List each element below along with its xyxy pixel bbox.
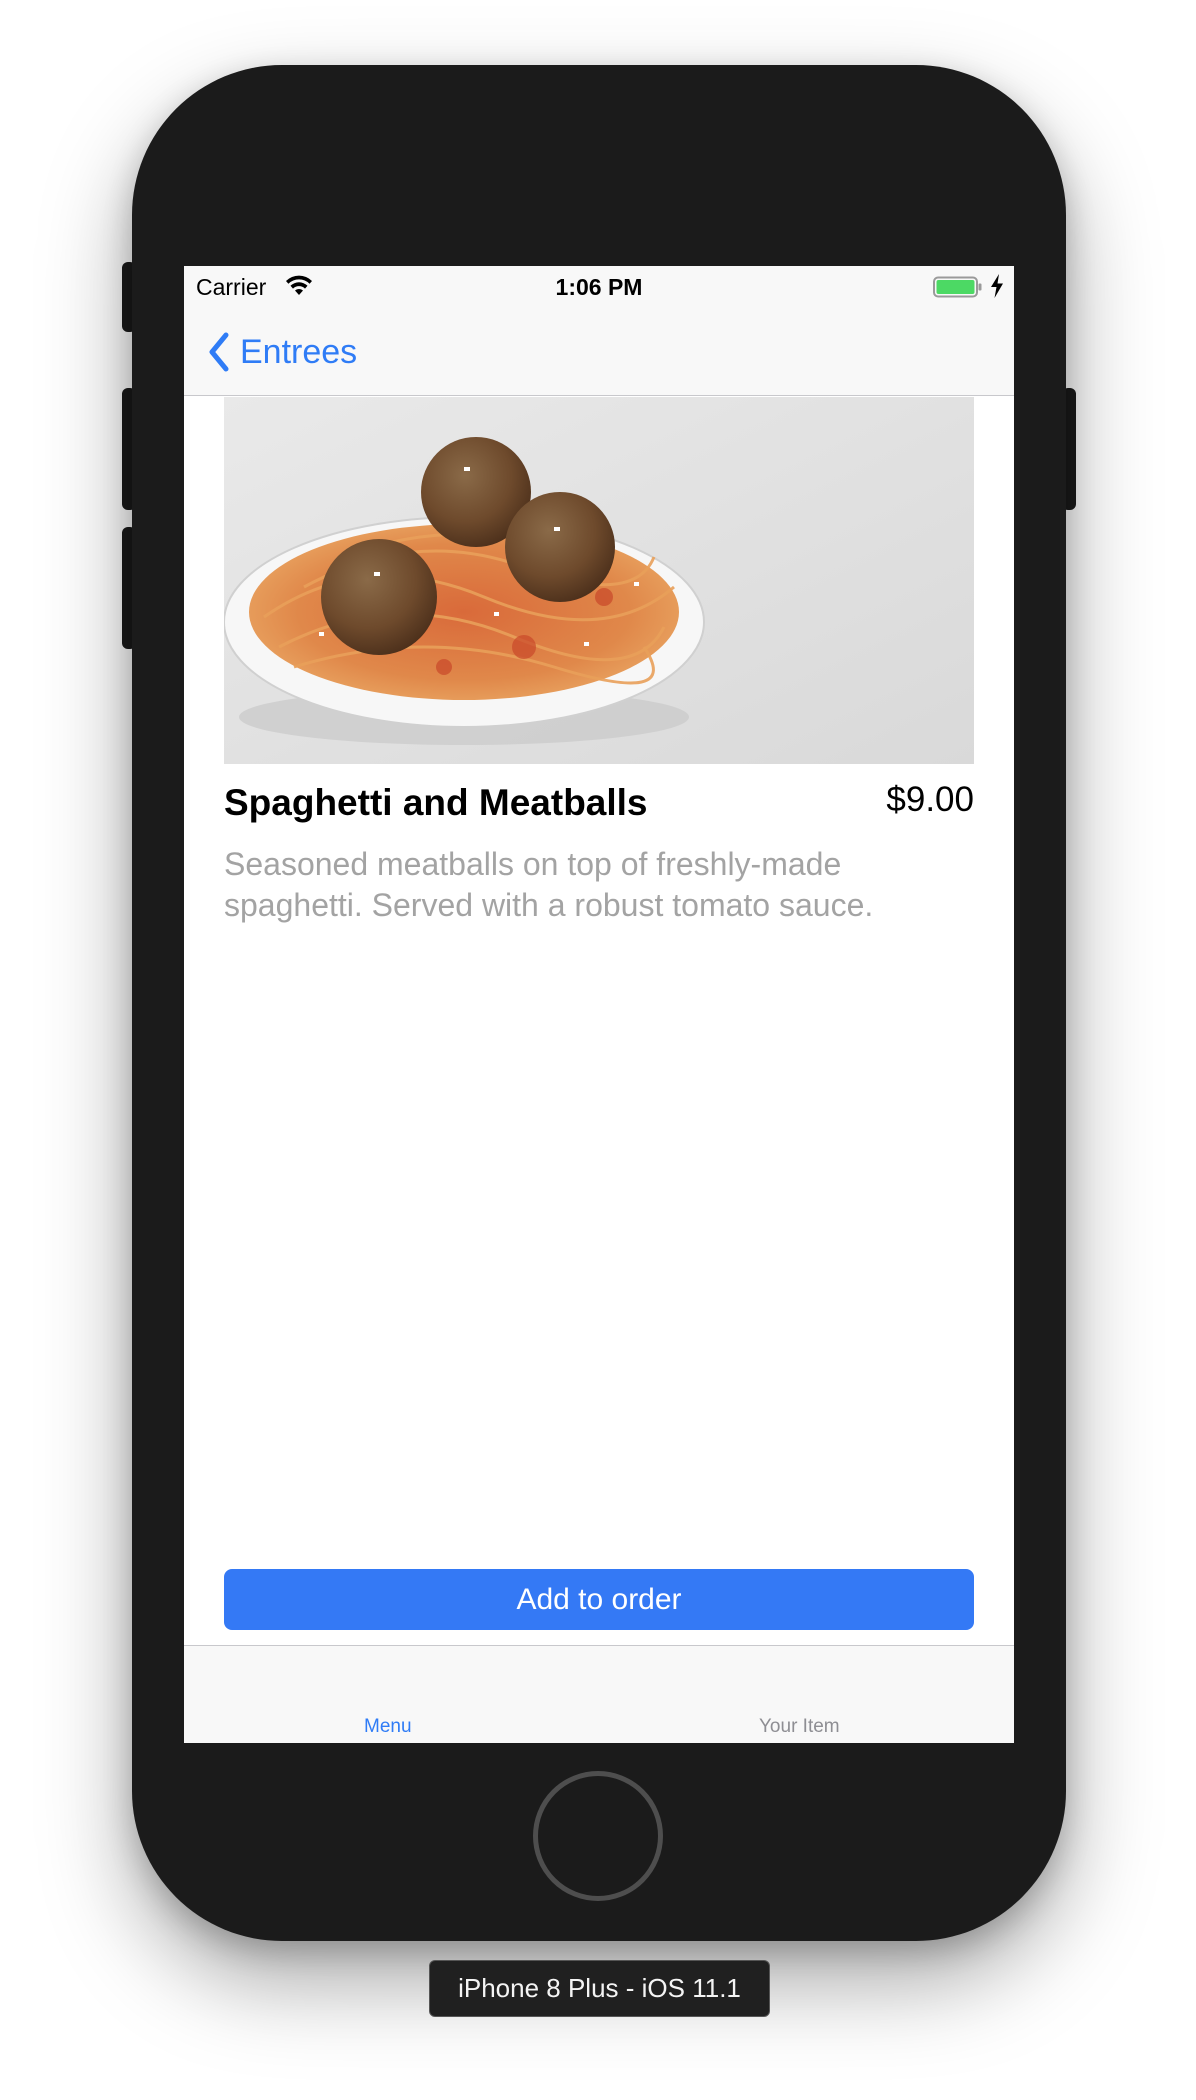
back-button[interactable]: Entrees (208, 330, 357, 374)
add-to-order-button[interactable]: Add to order (224, 1569, 974, 1630)
tab-bar: Menu Your Item (184, 1645, 1014, 1743)
tab-your-item[interactable]: Your Item (759, 1716, 840, 1738)
home-button[interactable] (533, 1771, 663, 1901)
item-price: $9.00 (886, 780, 974, 819)
chevron-left-icon (209, 332, 229, 372)
back-label: Entrees (240, 332, 358, 371)
navigation-bar: Entrees (184, 308, 1014, 396)
item-description: Seasoned meatballs on top of freshly-mad… (224, 846, 874, 923)
tab-menu[interactable]: Menu (364, 1716, 412, 1738)
status-time: 1:06 PM (555, 274, 643, 300)
item-name: Spaghetti and Meatballs (224, 782, 648, 823)
simulator-device-label: iPhone 8 Plus - iOS 11.1 (429, 1960, 770, 2017)
charging-bolt-icon (991, 274, 1003, 298)
status-bar: Carrier 1:06 PM (184, 266, 1014, 308)
battery-icon (933, 276, 982, 298)
phone-screen: Carrier 1:06 PM Entrees Spaghetti and Me… (184, 266, 1014, 1743)
food-photo (224, 397, 974, 764)
simulator-stage: Carrier 1:06 PM Entrees Spaghetti and Me… (0, 0, 1196, 2100)
